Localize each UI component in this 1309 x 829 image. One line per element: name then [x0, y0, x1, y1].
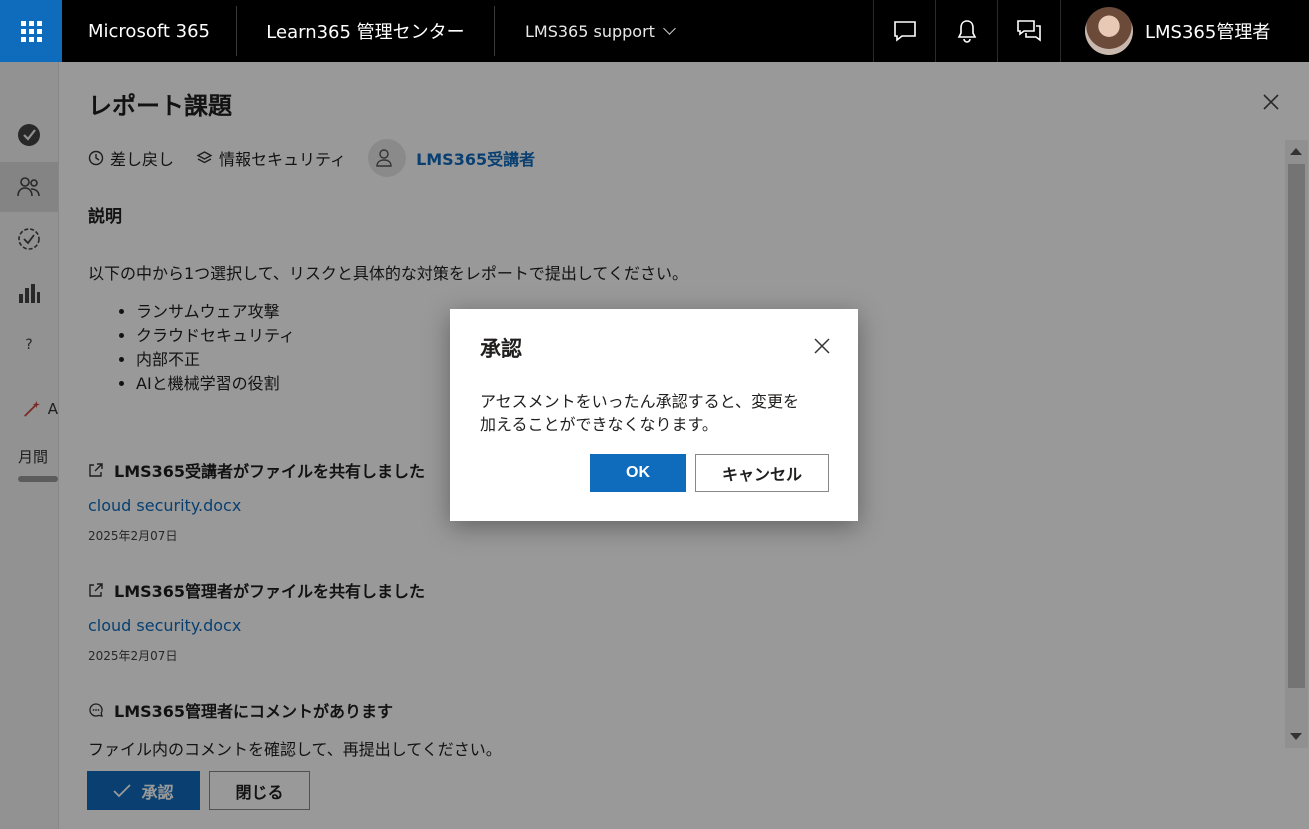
- top-bar: Microsoft 365 Learn365 管理センター LMS365 sup…: [0, 0, 1309, 62]
- dialog-message: アセスメントをいったん承認すると、変更を 加えることができなくなります。: [480, 390, 830, 436]
- tenant-switcher[interactable]: LMS365 support: [495, 0, 715, 62]
- cancel-button[interactable]: キャンセル: [695, 454, 829, 492]
- dialog-message-line: 加えることができなくなります。: [480, 415, 718, 434]
- waffle-icon: [20, 20, 42, 42]
- app-launcher-button[interactable]: [0, 0, 62, 62]
- chat-icon: [893, 21, 916, 42]
- chat-button[interactable]: [873, 0, 935, 62]
- dialog-title: 承認: [480, 337, 522, 361]
- feedback-icon: [1016, 20, 1041, 42]
- bell-icon: [957, 20, 976, 43]
- feedback-button[interactable]: [997, 0, 1059, 62]
- tenant-label: LMS365 support: [525, 21, 655, 41]
- notifications-button[interactable]: [935, 0, 997, 62]
- brand-name[interactable]: Microsoft 365: [62, 0, 236, 62]
- profile-button[interactable]: LMS365管理者: [1060, 0, 1309, 62]
- approve-dialog: 承認 アセスメントをいったん承認すると、変更を 加えることができなくなります。 …: [450, 309, 858, 521]
- ok-button[interactable]: OK: [590, 454, 686, 492]
- avatar: [1085, 7, 1133, 55]
- chevron-down-icon: [663, 21, 676, 35]
- close-icon[interactable]: [813, 337, 831, 355]
- user-name: LMS365管理者: [1145, 22, 1271, 43]
- dialog-message-line: アセスメントをいったん承認すると、変更を: [480, 392, 800, 411]
- admin-center-title[interactable]: Learn365 管理センター: [237, 0, 494, 62]
